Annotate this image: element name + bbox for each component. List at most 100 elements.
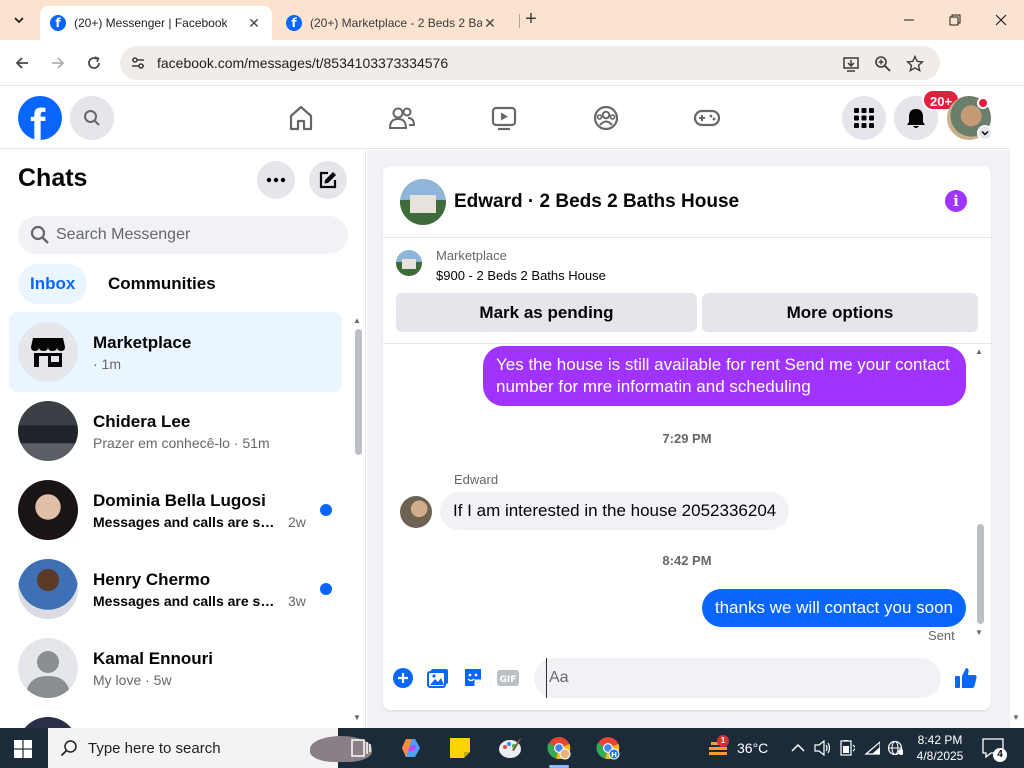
zoom-icon[interactable] [874,55,892,73]
sticky-notes-app[interactable] [446,734,474,762]
message-input-box[interactable] [534,658,941,698]
back-button[interactable] [10,51,34,75]
wifi-icon [864,741,880,755]
new-tab-button[interactable]: + [520,8,542,32]
message-incoming[interactable]: If I am interested in the house 20523362… [440,492,790,530]
conversation-scrollbar[interactable] [977,524,984,624]
facebook-search-button[interactable] [70,96,114,140]
chrome-app[interactable] [545,734,573,768]
chat-options-button[interactable] [257,161,295,199]
chat-name: Kamal Ennouri [93,649,213,668]
more-actions-button[interactable] [391,666,415,690]
message-outgoing[interactable]: Yes the house is still available for ren… [483,346,966,406]
new-message-button[interactable] [309,161,347,199]
chrome-icon: H [596,737,620,760]
scroll-down-arrow[interactable]: ▼ [353,713,361,722]
gif-button[interactable]: GIF [496,666,520,690]
tab-search-button[interactable] [7,8,31,32]
windows-start-button[interactable] [14,740,32,763]
shop-icon [31,338,65,367]
person-placeholder-icon [26,651,70,698]
like-send-button[interactable] [954,666,978,690]
chat-name: Dominia Bella Lugosi [93,491,266,510]
chrome-profile-app[interactable]: H [594,734,622,762]
show-hidden-icons-button[interactable] [790,740,806,756]
nav-friends[interactable] [387,103,417,133]
message-input[interactable] [546,658,896,698]
chat-item-henry-chermo[interactable]: Henry Chermo Messages and calls are sec.… [9,549,342,629]
scroll-up-arrow[interactable]: ▲ [975,347,983,356]
filter-inbox[interactable]: Inbox [18,264,88,304]
nav-groups[interactable] [591,103,621,133]
reload-button[interactable] [82,51,106,75]
chats-scrollbar[interactable] [355,329,362,455]
chat-item-chidera-lee[interactable]: Chidera Lee Prazer em conhecê-lo · 51m [9,391,342,471]
edward-avatar[interactable] [400,496,432,528]
volume-button[interactable] [814,740,830,756]
forward-button[interactable] [46,51,70,75]
search-icon [60,739,78,762]
battery-button[interactable] [839,740,855,756]
svg-text:H: H [611,751,617,759]
henry-avatar [18,559,78,619]
thumbs-up-icon [955,668,977,688]
profile-alert-dot [977,97,989,109]
more-options-button[interactable]: More options [702,293,978,332]
bookmark-star-icon[interactable] [906,55,924,73]
taskbar-search[interactable]: Type here to search [48,728,372,768]
restore-button[interactable] [932,6,978,34]
close-window-button[interactable] [978,6,1024,34]
copilot-app[interactable] [397,734,425,762]
chat-name: Marketplace [93,333,192,352]
message-outgoing[interactable]: thanks we will contact you soon [701,589,966,627]
conversation-info-icon[interactable]: i [945,190,967,212]
menu-button[interactable] [842,96,886,140]
tab-marketplace[interactable]: f (20+) Marketplace - 2 Beds 2 Baths ✕ [276,6,508,40]
chat-item-marketplace[interactable]: Marketplace · 1m [9,312,342,392]
chat-time: · 1m [93,356,121,372]
page-scroll-down-arrow[interactable]: ▼ [1012,713,1020,722]
messenger-search[interactable] [18,216,348,254]
install-app-icon[interactable] [842,55,860,73]
attach-photo-button[interactable] [426,666,450,690]
tab-close-icon[interactable]: ✕ [246,15,262,32]
nav-video[interactable] [489,103,519,133]
sticker-button[interactable] [461,666,485,690]
clock-time: 8:42 PM [917,733,963,747]
network-button[interactable] [864,740,880,756]
chat-item-partial[interactable] [9,707,342,728]
chat-item-kamal-ennouri[interactable]: Kamal Ennouri My love · 5w [9,628,342,708]
scroll-up-arrow[interactable]: ▲ [353,316,361,325]
tab-messenger[interactable]: f (20+) Messenger | Facebook ✕ [40,6,272,40]
messenger-search-input[interactable] [56,216,336,254]
listing-thumbnail[interactable] [400,179,446,225]
language-button[interactable] [887,740,903,756]
minimize-button[interactable] [886,6,932,34]
filter-communities[interactable]: Communities [96,264,228,304]
conversation-title[interactable]: Edward · 2 Beds 2 Baths House [454,191,739,213]
chat-item-dominia-bella-lugosi[interactable]: Dominia Bella Lugosi Messages and calls … [9,470,342,550]
volume-icon [814,740,830,756]
message-timestamp: 8:42 PM [662,553,712,568]
taskbar-search-placeholder: Type here to search [88,740,221,757]
paint-app[interactable] [496,734,524,762]
site-info-icon[interactable] [130,55,146,76]
chat-time: 2w [288,514,306,530]
facebook-logo[interactable]: f [18,96,62,140]
nav-home[interactable] [286,103,316,133]
tab-close-icon[interactable]: ✕ [482,15,498,32]
chat-name: Henry Chermo [93,570,211,589]
nav-gaming[interactable] [692,103,722,133]
omnibox[interactable]: facebook.com/messages/t/8534103373334576 [120,46,940,80]
gaming-icon [693,109,721,127]
scroll-down-arrow[interactable]: ▼ [975,628,983,637]
mark-as-pending-button[interactable]: Mark as pending [396,293,697,332]
account-chevron-button[interactable] [977,125,993,141]
listing-price[interactable]: $900 - 2 Beds 2 Baths House [436,268,606,283]
task-view-button[interactable] [347,734,375,762]
chats-panel: Chats Inbox Communities Marketplace · 1m… [0,150,366,728]
taskbar-clock[interactable]: 8:42 PM 4/8/2025 [912,732,968,764]
arrow-right-icon [52,57,65,69]
default-avatar [18,638,78,698]
temperature-text[interactable]: 36°C [737,740,768,756]
